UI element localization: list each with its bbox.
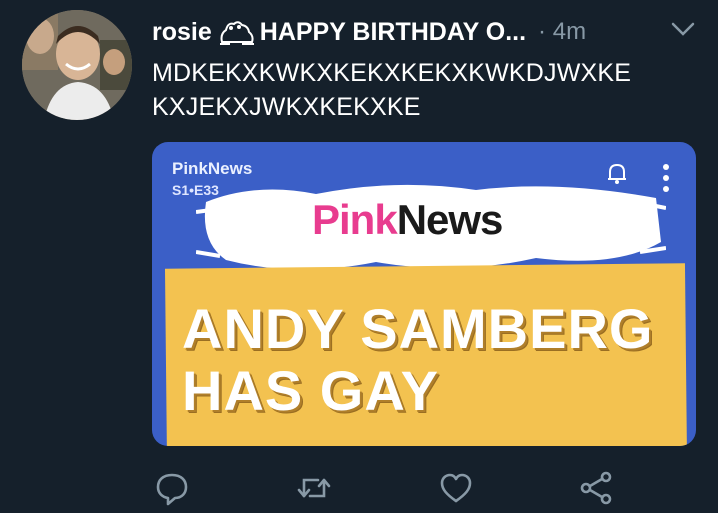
logo-news: News: [396, 196, 504, 243]
tweet-header: rosie HAPPY BIRTHDAY O... · 4m: [152, 14, 697, 50]
media-card[interactable]: PinkNews S1•E33 PinkNews ANDY SAMBERG HA…: [152, 142, 696, 446]
logo-pink: Pink: [312, 196, 398, 243]
like-icon[interactable]: [436, 468, 476, 508]
pinknews-logo: PinkNews: [312, 196, 504, 244]
chevron-down-icon[interactable]: [669, 18, 697, 40]
avatar-photo: [22, 10, 132, 120]
retweet-icon[interactable]: [294, 468, 334, 508]
time-value: 4m: [552, 18, 587, 45]
card-episode: S1•E33: [172, 182, 219, 198]
reply-icon[interactable]: [152, 468, 192, 508]
card-headline: ANDY SAMBERG HAS GAY: [182, 297, 654, 422]
more-vertical-icon[interactable]: [660, 162, 672, 194]
tweet-actions: [152, 468, 622, 508]
separator: ·: [538, 18, 553, 45]
timestamp[interactable]: · 4m: [538, 18, 586, 46]
avatar[interactable]: [22, 10, 132, 120]
username[interactable]: rosie: [152, 18, 212, 47]
share-icon[interactable]: [576, 468, 616, 508]
card-source: PinkNews: [172, 159, 253, 178]
tweet-text: MDKEKXKWKXKEKXKEKXKWKDJWXKE KXJEKXJWKXKE…: [152, 59, 632, 121]
display-name[interactable]: HAPPY BIRTHDAY O...: [260, 18, 526, 47]
bell-icon[interactable]: [604, 160, 630, 186]
frog-emoji-icon: [216, 16, 256, 48]
